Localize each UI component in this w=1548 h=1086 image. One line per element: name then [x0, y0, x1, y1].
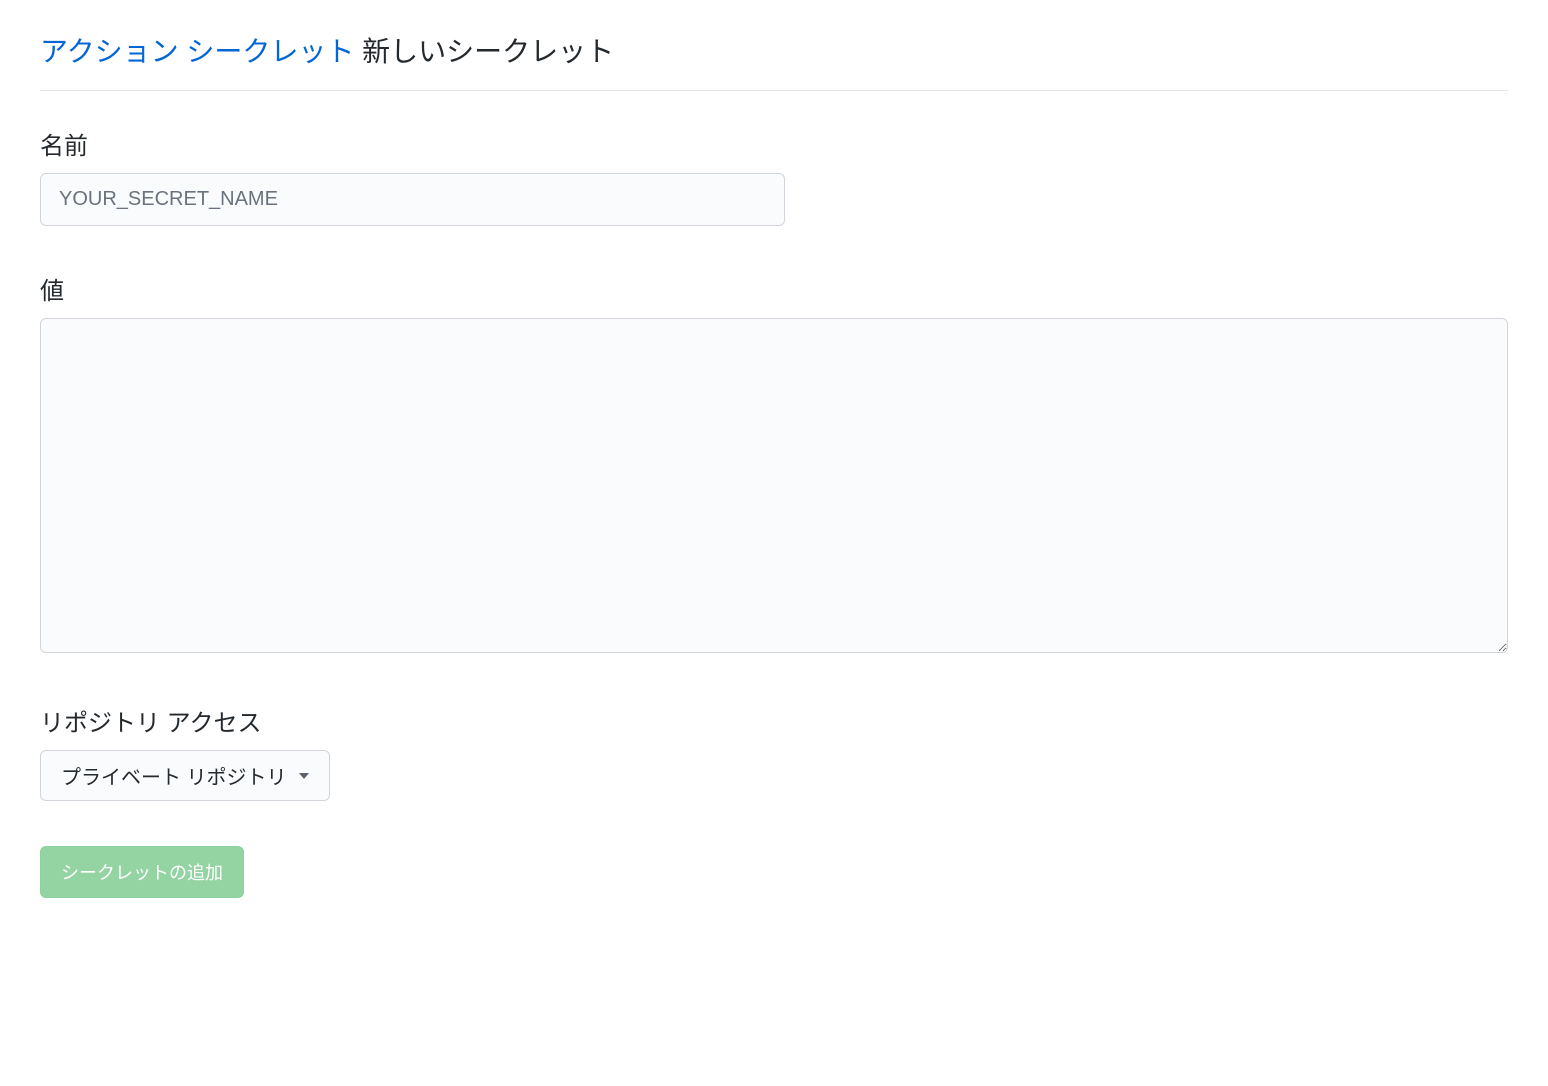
name-label: 名前 [40, 126, 1508, 161]
value-field-group: 値 [40, 271, 1508, 658]
breadcrumb: アクション シークレット 新しいシークレット [40, 30, 1508, 91]
value-textarea[interactable] [40, 318, 1508, 653]
submit-group: シークレットの追加 [40, 846, 1508, 898]
repo-access-dropdown[interactable]: プライベート リポジトリ [40, 750, 330, 801]
value-label: 値 [40, 271, 1508, 306]
repo-access-label: リポジトリ アクセス [40, 703, 1508, 738]
repo-access-group: リポジトリ アクセス プライベート リポジトリ [40, 703, 1508, 801]
breadcrumb-link-actions-secrets[interactable]: アクション シークレット [40, 36, 354, 67]
name-field-group: 名前 [40, 126, 1508, 226]
name-input[interactable] [40, 173, 785, 226]
repo-access-selected-text: プライベート リポジトリ [61, 761, 287, 790]
caret-down-icon [299, 773, 309, 779]
breadcrumb-current: 新しいシークレット [362, 36, 614, 67]
add-secret-button[interactable]: シークレットの追加 [40, 846, 244, 898]
